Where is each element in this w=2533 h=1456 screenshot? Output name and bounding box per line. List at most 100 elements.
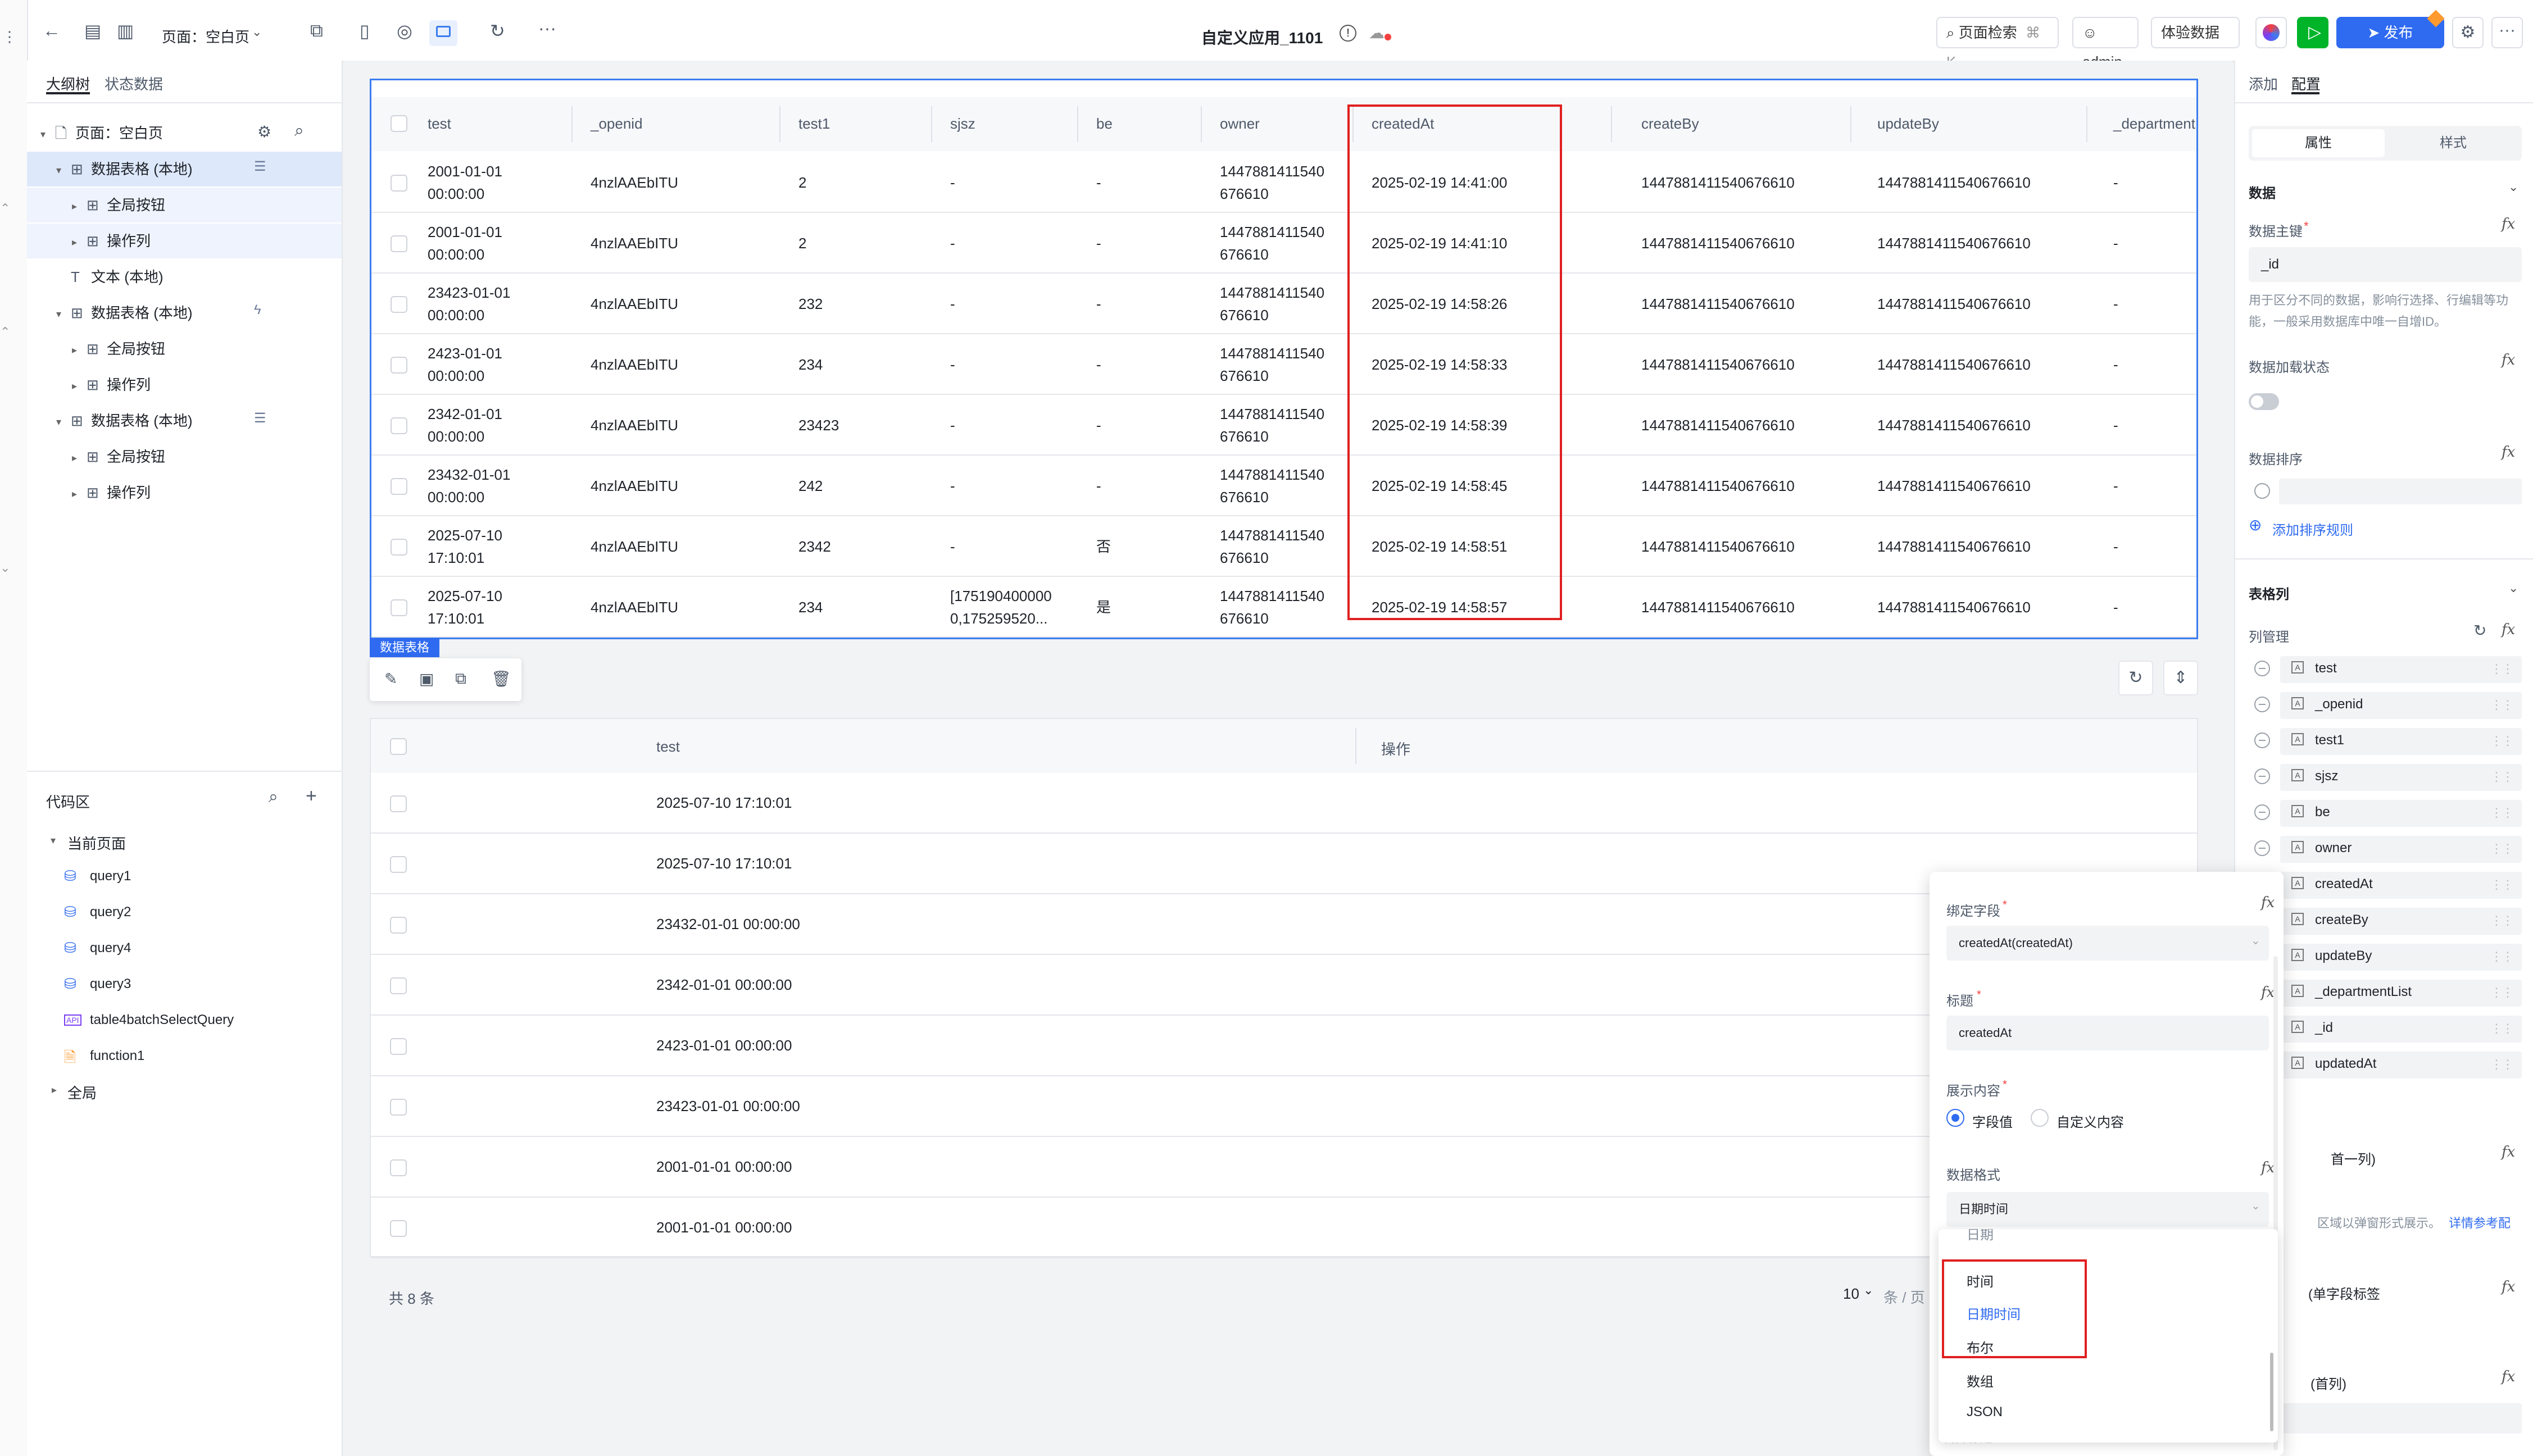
add-icon[interactable]: + xyxy=(306,785,317,807)
refresh-icon[interactable]: ↻ xyxy=(490,20,505,42)
page-search-button[interactable]: ⌕ 页面检索 ⌘ K xyxy=(1936,17,2059,70)
more-horizontal-icon[interactable]: ··· xyxy=(538,18,556,39)
remove-column-icon[interactable] xyxy=(2254,840,2270,856)
caret-right-icon[interactable]: ▸ xyxy=(72,189,77,224)
drag-handle-icon[interactable]: ⋮⋮ xyxy=(2490,770,2514,784)
caret-right-icon[interactable]: ▸ xyxy=(72,368,77,403)
outline-item[interactable]: T 文本 (本地) xyxy=(27,260,342,294)
caret-down-icon[interactable]: ▾ xyxy=(40,117,46,152)
outline-item[interactable]: ▸ ⊞ 全局按钮 xyxy=(27,188,342,222)
page-selector[interactable]: 页面：空白页 xyxy=(162,26,249,47)
column-header[interactable]: test1 xyxy=(798,115,830,133)
column-header[interactable]: be xyxy=(1096,115,1113,133)
fx-icon[interactable]: fx xyxy=(2502,1144,2515,1161)
option-json[interactable]: JSON xyxy=(1967,1404,2003,1420)
row-checkbox[interactable] xyxy=(391,417,407,434)
gear-icon[interactable]: ⚙ xyxy=(257,122,271,141)
more-menu-button[interactable]: ··· xyxy=(2491,17,2523,48)
layout-icon[interactable]: ▥ xyxy=(117,20,134,42)
fx-icon[interactable]: fx xyxy=(2261,894,2275,911)
outline-item[interactable]: ▸ ⊞ 全局按钮 xyxy=(27,439,342,474)
caret-right-icon[interactable]: ▸ xyxy=(72,440,77,475)
row-checkbox[interactable] xyxy=(390,917,407,934)
chevron-down-icon[interactable]: ⌄ xyxy=(2508,180,2518,194)
outline-toggle-icon[interactable]: ▤ xyxy=(84,20,101,42)
code-item[interactable]: table4batchSelectQuery xyxy=(90,1012,234,1028)
publish-button[interactable]: ➤ 发布 xyxy=(2336,17,2444,48)
global-group[interactable]: 全局 xyxy=(67,1082,97,1103)
save-icon[interactable]: ▣ xyxy=(419,670,434,688)
bind-field-select[interactable]: createdAt(createdAt) xyxy=(1946,926,2269,961)
drag-handle-icon[interactable]: ⋮⋮ xyxy=(2490,698,2514,712)
radio-field-value-label[interactable]: 字段值 xyxy=(1972,1111,2013,1131)
subtab-properties[interactable]: 属性 xyxy=(2252,129,2385,157)
column-header[interactable]: test xyxy=(428,115,451,133)
radio-custom-content[interactable] xyxy=(2031,1109,2049,1127)
mobile-view-icon[interactable]: ▯ xyxy=(360,20,370,42)
tablet-view-icon[interactable]: ◎ xyxy=(397,20,412,42)
chevron-down-icon[interactable]: ⌄ xyxy=(252,25,262,39)
ai-assistant-button[interactable] xyxy=(2255,17,2287,48)
column-list-item[interactable]: AcreatedAt ⋮⋮ xyxy=(2245,870,2526,901)
data-table-selected[interactable]: test _openid test1 sjsz be owner createdAt crea… xyxy=(370,79,2198,639)
loading-toggle[interactable] xyxy=(2249,393,2279,410)
more-vertical-icon[interactable]: ⋮ xyxy=(2,28,17,46)
column-list-item[interactable]: Atest1 ⋮⋮ xyxy=(2245,726,2526,757)
column-header[interactable]: createBy xyxy=(1641,115,1699,133)
code-item[interactable]: query3 xyxy=(90,976,131,992)
fx-icon[interactable]: fx xyxy=(2502,621,2515,638)
fx-icon[interactable]: fx xyxy=(2502,444,2515,461)
copy-icon[interactable]: ⧉ xyxy=(455,670,466,688)
chevron-down-icon[interactable]: ⌄ xyxy=(0,561,10,575)
drag-handle-icon[interactable]: ⋮⋮ xyxy=(2490,662,2514,676)
column-list-item[interactable]: A _id ⋮⋮ xyxy=(2245,1013,2526,1045)
pk-input[interactable]: _id xyxy=(2249,247,2522,282)
add-sort-link[interactable]: 添加排序规则 xyxy=(2272,519,2353,539)
outline-item[interactable]: ▸ ⊞ 操作列 xyxy=(27,475,342,510)
page-size-select[interactable]: 10 xyxy=(1843,1285,1859,1303)
preview-button[interactable]: ▷ xyxy=(2297,17,2328,48)
caret-right-icon[interactable]: ▸ xyxy=(72,225,77,260)
drag-handle-icon[interactable]: ⋮⋮ xyxy=(2490,1021,2514,1036)
title-input[interactable]: createdAt xyxy=(1946,1016,2269,1050)
row-checkbox[interactable] xyxy=(391,539,407,556)
current-page-group[interactable]: 当前页面 xyxy=(67,832,126,853)
column-list-item[interactable]: Asjsz ⋮⋮ xyxy=(2245,762,2526,793)
column-list-item[interactable]: AcreateBy ⋮⋮ xyxy=(2245,906,2526,937)
row-checkbox[interactable] xyxy=(391,235,407,252)
table-density-button[interactable]: ⇕ xyxy=(2163,661,2198,695)
tab-add[interactable]: 添加 xyxy=(2249,73,2278,94)
detail-link[interactable]: 详情参考配 xyxy=(2449,1213,2511,1231)
column-header[interactable]: _departmentL xyxy=(2113,115,2196,133)
column-header[interactable]: 操作 xyxy=(1381,738,1410,759)
code-item[interactable]: query4 xyxy=(90,940,131,956)
caret-down-icon[interactable]: ▾ xyxy=(51,835,56,847)
chevron-up-icon[interactable]: ⌃ xyxy=(0,201,10,216)
drag-handle-icon[interactable]: ⋮⋮ xyxy=(2490,949,2514,964)
column-list-item[interactable]: AupdatedAt ⋮⋮ xyxy=(2245,1049,2526,1081)
select-input[interactable] xyxy=(2280,1403,2522,1434)
caret-down-icon[interactable]: ▾ xyxy=(56,153,61,188)
select-all-checkbox[interactable] xyxy=(391,115,407,132)
fx-icon[interactable]: fx xyxy=(2502,1368,2515,1385)
back-arrow-icon[interactable]: ← xyxy=(43,20,61,41)
subtab-style[interactable]: 样式 xyxy=(2387,129,2520,157)
fx-icon[interactable]: fx xyxy=(2502,1278,2515,1295)
user-button[interactable]: ☺ admin xyxy=(2072,17,2139,70)
row-checkbox[interactable] xyxy=(391,357,407,374)
column-list-item[interactable]: Abe ⋮⋮ xyxy=(2245,798,2526,829)
code-item[interactable]: query1 xyxy=(90,868,131,884)
row-checkbox[interactable] xyxy=(390,977,407,994)
settings-button[interactable]: ⚙ xyxy=(2452,17,2484,48)
column-list-item[interactable]: Atest ⋮⋮ xyxy=(2245,654,2526,685)
data-format-select[interactable]: 日期时间 xyxy=(1946,1192,2269,1227)
caret-down-icon[interactable]: ▾ xyxy=(56,297,61,331)
select-all-checkbox[interactable] xyxy=(390,738,407,755)
fx-icon[interactable]: fx xyxy=(2261,1159,2275,1176)
add-circle-icon[interactable]: ⊕ xyxy=(2249,516,2262,534)
table-refresh-button[interactable]: ↻ xyxy=(2118,661,2153,695)
outline-item[interactable]: ▾ ⊞ 数据表格 (本地) xyxy=(27,403,342,438)
drag-handle-icon[interactable]: ⋮⋮ xyxy=(2490,1057,2514,1072)
caret-right-icon[interactable]: ▸ xyxy=(72,333,77,367)
option-date[interactable]: 日期 xyxy=(1967,1229,1994,1243)
